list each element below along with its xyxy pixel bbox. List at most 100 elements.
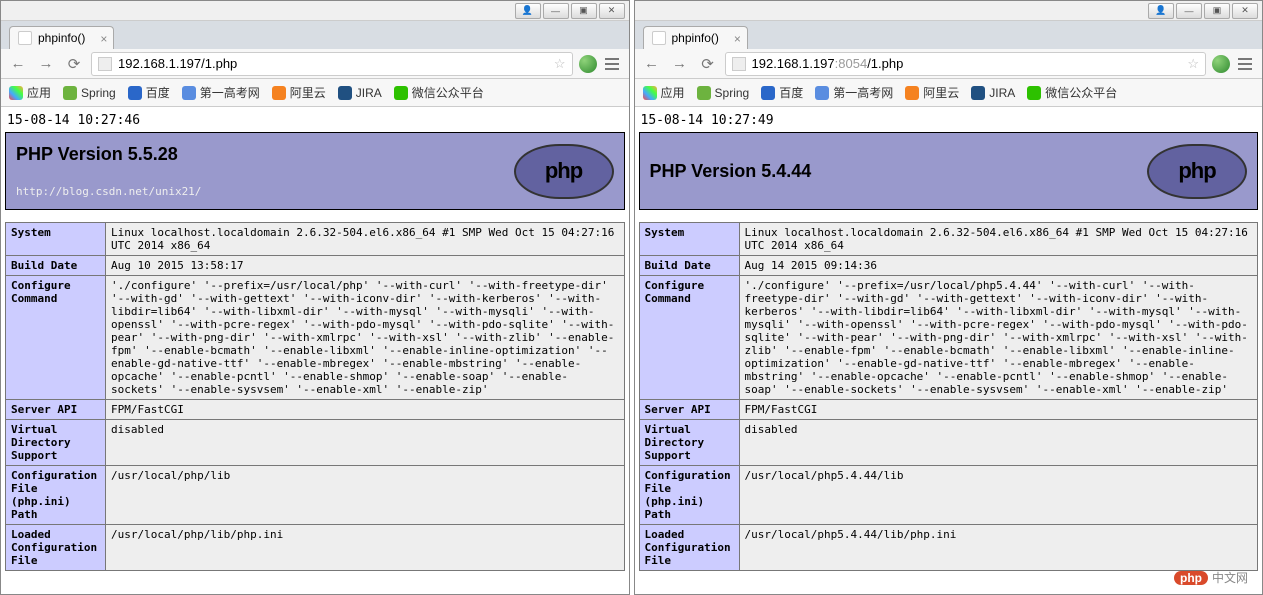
table-row: SystemLinux localhost.localdomain 2.6.32… (6, 223, 625, 256)
globe-icon[interactable] (579, 55, 597, 73)
favicon-icon (18, 31, 32, 45)
bookmark-item[interactable]: Spring (63, 86, 116, 100)
bookmark-item[interactable]: 阿里云 (905, 84, 959, 101)
row-key: System (6, 223, 106, 256)
bookmark-label: 第一高考网 (200, 84, 260, 101)
bookmark-item[interactable]: 百度 (761, 84, 803, 101)
row-key: Build Date (6, 256, 106, 276)
menu-button[interactable] (1234, 53, 1256, 75)
bookmark-item[interactable]: JIRA (338, 86, 382, 100)
url-input[interactable]: 192.168.1.197:8054/1.php ☆ (725, 52, 1207, 76)
bookmark-star-icon[interactable]: ☆ (1187, 56, 1199, 72)
row-value: Linux localhost.localdomain 2.6.32-504.e… (739, 223, 1258, 256)
browser-window-left: 👤 — ▣ ✕ phpinfo() × ← → ⟳ 192.168.1.197/… (0, 0, 630, 595)
bookmark-label: 阿里云 (290, 84, 326, 101)
row-key: System (639, 223, 739, 256)
browser-tab[interactable]: phpinfo() × (643, 26, 748, 49)
browser-tab[interactable]: phpinfo() × (9, 26, 114, 49)
back-button[interactable]: ← (7, 53, 29, 75)
tab-strip: phpinfo() × (635, 21, 1263, 49)
row-value: disabled (106, 420, 625, 466)
tab-title: phpinfo() (38, 31, 85, 45)
window-titlebar: 👤 — ▣ ✕ (635, 1, 1263, 21)
table-row: Configuration File (php.ini) Path/usr/lo… (6, 466, 625, 525)
bookmarks-bar: 应用 Spring 百度 第一高考网 阿里云 JIRA 微信公众平台 (1, 79, 629, 107)
bookmark-item[interactable]: JIRA (971, 86, 1015, 100)
bookmark-item[interactable]: 第一高考网 (182, 84, 260, 101)
bookmarks-bar: 应用 Spring 百度 第一高考网 阿里云 JIRA 微信公众平台 (635, 79, 1263, 107)
bookmark-label: Spring (81, 86, 116, 100)
favicon-icon (652, 31, 666, 45)
bookmark-item[interactable]: 阿里云 (272, 84, 326, 101)
row-value: disabled (739, 420, 1258, 466)
menu-button[interactable] (601, 53, 623, 75)
table-row: SystemLinux localhost.localdomain 2.6.32… (639, 223, 1258, 256)
address-bar-row: ← → ⟳ 192.168.1.197:8054/1.php ☆ (635, 49, 1263, 79)
row-key: Loaded Configuration File (639, 525, 739, 571)
user-icon[interactable]: 👤 (1148, 3, 1174, 19)
bookmark-item[interactable]: Spring (697, 86, 750, 100)
close-button[interactable]: ✕ (599, 3, 625, 19)
globe-icon[interactable] (1212, 55, 1230, 73)
browser-window-right: 👤 — ▣ ✕ phpinfo() × ← → ⟳ 192.168.1.197:… (634, 0, 1263, 595)
apps-button[interactable]: 应用 (9, 84, 51, 101)
bookmark-item[interactable]: 第一高考网 (815, 84, 893, 101)
bookmark-item[interactable]: 百度 (128, 84, 170, 101)
php-logo-icon: php (514, 144, 614, 199)
user-icon[interactable]: 👤 (515, 3, 541, 19)
page-icon (732, 57, 746, 71)
row-key: Server API (6, 400, 106, 420)
bookmark-label: 微信公众平台 (1045, 84, 1117, 101)
header-sublink[interactable]: http://blog.csdn.net/unix21/ (16, 185, 201, 198)
bookmark-label: Spring (715, 86, 750, 100)
tab-close-icon[interactable]: × (734, 32, 741, 46)
row-key: Configuration File (php.ini) Path (639, 466, 739, 525)
back-button[interactable]: ← (641, 53, 663, 75)
forward-button[interactable]: → (35, 53, 57, 75)
page-content: 15-08-14 10:27:46 PHP Version 5.5.28 htt… (1, 107, 629, 594)
tab-close-icon[interactable]: × (100, 32, 107, 46)
bookmark-item[interactable]: 微信公众平台 (1027, 84, 1117, 101)
bookmark-label: 百度 (146, 84, 170, 101)
table-row: Configure Command'./configure' '--prefix… (6, 276, 625, 400)
bookmark-label: 阿里云 (923, 84, 959, 101)
tab-title: phpinfo() (672, 31, 719, 45)
row-value: Linux localhost.localdomain 2.6.32-504.e… (106, 223, 625, 256)
apps-button[interactable]: 应用 (643, 84, 685, 101)
maximize-button[interactable]: ▣ (1204, 3, 1230, 19)
url-text: 192.168.1.197:8054/1.php (752, 56, 1188, 71)
url-input[interactable]: 192.168.1.197/1.php ☆ (91, 52, 573, 76)
minimize-button[interactable]: — (543, 3, 569, 19)
phpinfo-table: SystemLinux localhost.localdomain 2.6.32… (5, 222, 625, 571)
bookmark-item[interactable]: 微信公众平台 (394, 84, 484, 101)
timestamp-text: 15-08-14 10:27:46 (5, 111, 625, 132)
bookmark-star-icon[interactable]: ☆ (554, 56, 566, 72)
page-content: 15-08-14 10:27:49 PHP Version 5.4.44 php… (635, 107, 1263, 594)
row-value: './configure' '--prefix=/usr/local/php' … (106, 276, 625, 400)
row-value: /usr/local/php/lib (106, 466, 625, 525)
row-value: FPM/FastCGI (739, 400, 1258, 420)
table-row: Server APIFPM/FastCGI (6, 400, 625, 420)
table-row: Loaded Configuration File/usr/local/php5… (639, 525, 1258, 571)
reload-button[interactable]: ⟳ (697, 53, 719, 75)
php-logo-icon: php (1147, 144, 1247, 199)
row-value: Aug 10 2015 13:58:17 (106, 256, 625, 276)
maximize-button[interactable]: ▣ (571, 3, 597, 19)
row-key: Server API (639, 400, 739, 420)
php-version-title: PHP Version 5.4.44 (650, 161, 812, 182)
row-value: FPM/FastCGI (106, 400, 625, 420)
phpinfo-header: PHP Version 5.5.28 http://blog.csdn.net/… (5, 132, 625, 210)
row-key: Configuration File (php.ini) Path (6, 466, 106, 525)
minimize-button[interactable]: — (1176, 3, 1202, 19)
forward-button[interactable]: → (669, 53, 691, 75)
reload-button[interactable]: ⟳ (63, 53, 85, 75)
table-row: Build DateAug 14 2015 09:14:36 (639, 256, 1258, 276)
window-titlebar: 👤 — ▣ ✕ (1, 1, 629, 21)
row-value: /usr/local/php5.4.44/lib (739, 466, 1258, 525)
close-button[interactable]: ✕ (1232, 3, 1258, 19)
table-row: Configuration File (php.ini) Path/usr/lo… (639, 466, 1258, 525)
tab-strip: phpinfo() × (1, 21, 629, 49)
bookmark-label: 第一高考网 (833, 84, 893, 101)
table-row: Virtual Directory Supportdisabled (639, 420, 1258, 466)
table-row: Configure Command'./configure' '--prefix… (639, 276, 1258, 400)
